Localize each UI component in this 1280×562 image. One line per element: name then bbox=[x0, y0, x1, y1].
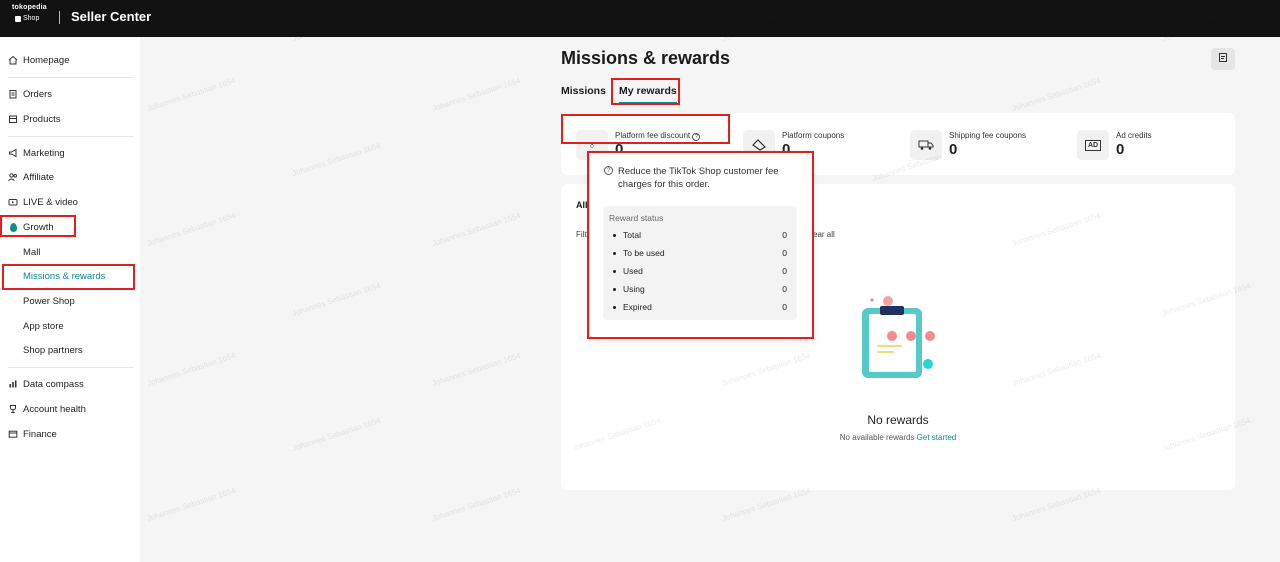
ad-icon: AD bbox=[1077, 130, 1109, 160]
sidebar-item-label: Data compass bbox=[23, 378, 84, 390]
sidebar: Homepage Orders Products Marketing Affil… bbox=[0, 37, 140, 562]
watermark: Johannes Sebastian 1654 bbox=[145, 210, 237, 249]
sidebar-item-label: Shop partners bbox=[23, 344, 83, 356]
reward-ad-credits[interactable]: AD Ad credits 0 bbox=[1077, 128, 1227, 168]
reward-label: Shipping fee coupons bbox=[949, 131, 1026, 140]
watermark: Johannes Sebastian 1654 bbox=[430, 350, 522, 389]
sidebar-item-products[interactable]: Products bbox=[0, 109, 140, 129]
logo-text-brand: tokopedia bbox=[12, 4, 47, 11]
annotation-box-tooltip bbox=[587, 151, 814, 339]
sidebar-item-label: Mall bbox=[23, 246, 41, 258]
sidebar-item-affiliate[interactable]: Affiliate bbox=[0, 167, 140, 187]
watermark: Johannes Sebastian 1654 bbox=[145, 485, 237, 524]
watermark: Johannes Sebastian 1654 bbox=[430, 75, 522, 114]
get-started-link[interactable]: Get started bbox=[917, 433, 957, 442]
page-title: Missions & rewards bbox=[561, 48, 731, 68]
sidebar-item-app-store[interactable]: App store bbox=[0, 316, 140, 336]
sidebar-item-homepage[interactable]: Homepage bbox=[0, 50, 140, 70]
sidebar-item-label: Finance bbox=[23, 428, 57, 440]
filter-label: Filt bbox=[576, 230, 587, 239]
trophy-icon bbox=[8, 404, 18, 414]
clipboard-icon bbox=[1218, 52, 1228, 66]
app-title: Seller Center bbox=[71, 9, 152, 24]
sidebar-item-marketing[interactable]: Marketing bbox=[0, 143, 140, 163]
clipboard-button[interactable] bbox=[1211, 48, 1235, 70]
sidebar-item-mall[interactable]: Mall bbox=[0, 242, 140, 262]
shop-bag-icon bbox=[15, 15, 21, 22]
empty-clipboard-illustration bbox=[862, 296, 935, 378]
empty-state-title: No rewards bbox=[867, 413, 929, 427]
sidebar-item-label: Homepage bbox=[23, 54, 70, 66]
watermark: Johannes Sebastian 1654 bbox=[290, 415, 382, 454]
reward-value: 0 bbox=[949, 141, 958, 158]
watermark: Johannes Sebastian 1654 bbox=[430, 485, 522, 524]
sidebar-item-live-video[interactable]: LIVE & video bbox=[0, 192, 140, 212]
sidebar-item-power-shop[interactable]: Power Shop bbox=[0, 291, 140, 311]
watermark: Johannes Sebastian 1654 bbox=[290, 140, 382, 179]
watermark: Johannes Sebastian 1654 bbox=[290, 280, 382, 319]
logo-text-shop: Shop bbox=[15, 15, 52, 22]
sidebar-divider bbox=[8, 367, 134, 368]
annotation-box-growth bbox=[0, 215, 76, 237]
sidebar-item-account-health[interactable]: Account health bbox=[0, 399, 140, 419]
annotation-box-my-rewards bbox=[611, 78, 680, 105]
reward-value: 0 bbox=[1116, 141, 1125, 158]
sidebar-item-label: Affiliate bbox=[23, 171, 54, 183]
video-icon bbox=[8, 197, 18, 207]
sidebar-item-label: Account health bbox=[23, 403, 86, 415]
annotation-box-platform-fee bbox=[561, 114, 730, 144]
sidebar-item-label: LIVE & video bbox=[23, 196, 78, 208]
sidebar-item-shop-partners[interactable]: Shop partners bbox=[0, 340, 140, 360]
sidebar-item-label: Power Shop bbox=[23, 295, 75, 307]
watermark: Johannes Sebastian 1654 bbox=[1010, 75, 1102, 114]
watermark: Johannes Sebastian 1654 bbox=[430, 210, 522, 249]
sidebar-item-finance[interactable]: Finance bbox=[0, 424, 140, 444]
watermark: Johannes Sebastian 1654 bbox=[145, 75, 237, 114]
sidebar-item-orders[interactable]: Orders bbox=[0, 84, 140, 104]
wallet-icon bbox=[8, 429, 18, 439]
box-icon bbox=[8, 114, 18, 124]
reward-shipping-fee-coupons[interactable]: Shipping fee coupons 0 bbox=[910, 128, 1060, 168]
clear-all-link[interactable]: ear all bbox=[813, 230, 835, 239]
megaphone-icon bbox=[8, 148, 18, 158]
watermark: Johannes Sebastian 1654 bbox=[1010, 485, 1102, 524]
logo-shop-label: Shop bbox=[23, 15, 40, 22]
top-bar: tokopedia Shop Seller Center bbox=[0, 0, 1280, 37]
sidebar-divider bbox=[8, 77, 134, 78]
tab-all[interactable]: All bbox=[576, 200, 588, 210]
tokopedia-shop-logo[interactable]: tokopedia Shop bbox=[8, 4, 52, 32]
chart-icon bbox=[8, 379, 18, 389]
reward-label: Platform coupons bbox=[782, 131, 845, 140]
sidebar-item-label: Orders bbox=[23, 88, 53, 100]
sidebar-item-label: Products bbox=[23, 113, 61, 125]
truck-icon bbox=[910, 130, 942, 160]
sidebar-item-label: App store bbox=[23, 320, 64, 332]
sidebar-divider bbox=[8, 136, 134, 137]
tab-missions[interactable]: Missions bbox=[561, 85, 606, 97]
home-icon bbox=[8, 55, 18, 65]
logo-divider bbox=[59, 11, 60, 24]
watermark: Johannes Sebastian 1654 bbox=[720, 485, 812, 524]
annotation-box-missions-rewards bbox=[2, 264, 135, 290]
empty-state-text: No available rewards bbox=[839, 433, 915, 442]
reward-label: Ad credits bbox=[1116, 131, 1152, 140]
sidebar-item-label: Marketing bbox=[23, 147, 65, 159]
watermark: Johannes Sebastian 1654 bbox=[145, 350, 237, 389]
clipboard-icon bbox=[8, 89, 18, 99]
sidebar-item-data-compass[interactable]: Data compass bbox=[0, 374, 140, 394]
empty-state-subtitle: No available rewards Get started bbox=[840, 433, 957, 442]
people-icon bbox=[8, 172, 18, 182]
